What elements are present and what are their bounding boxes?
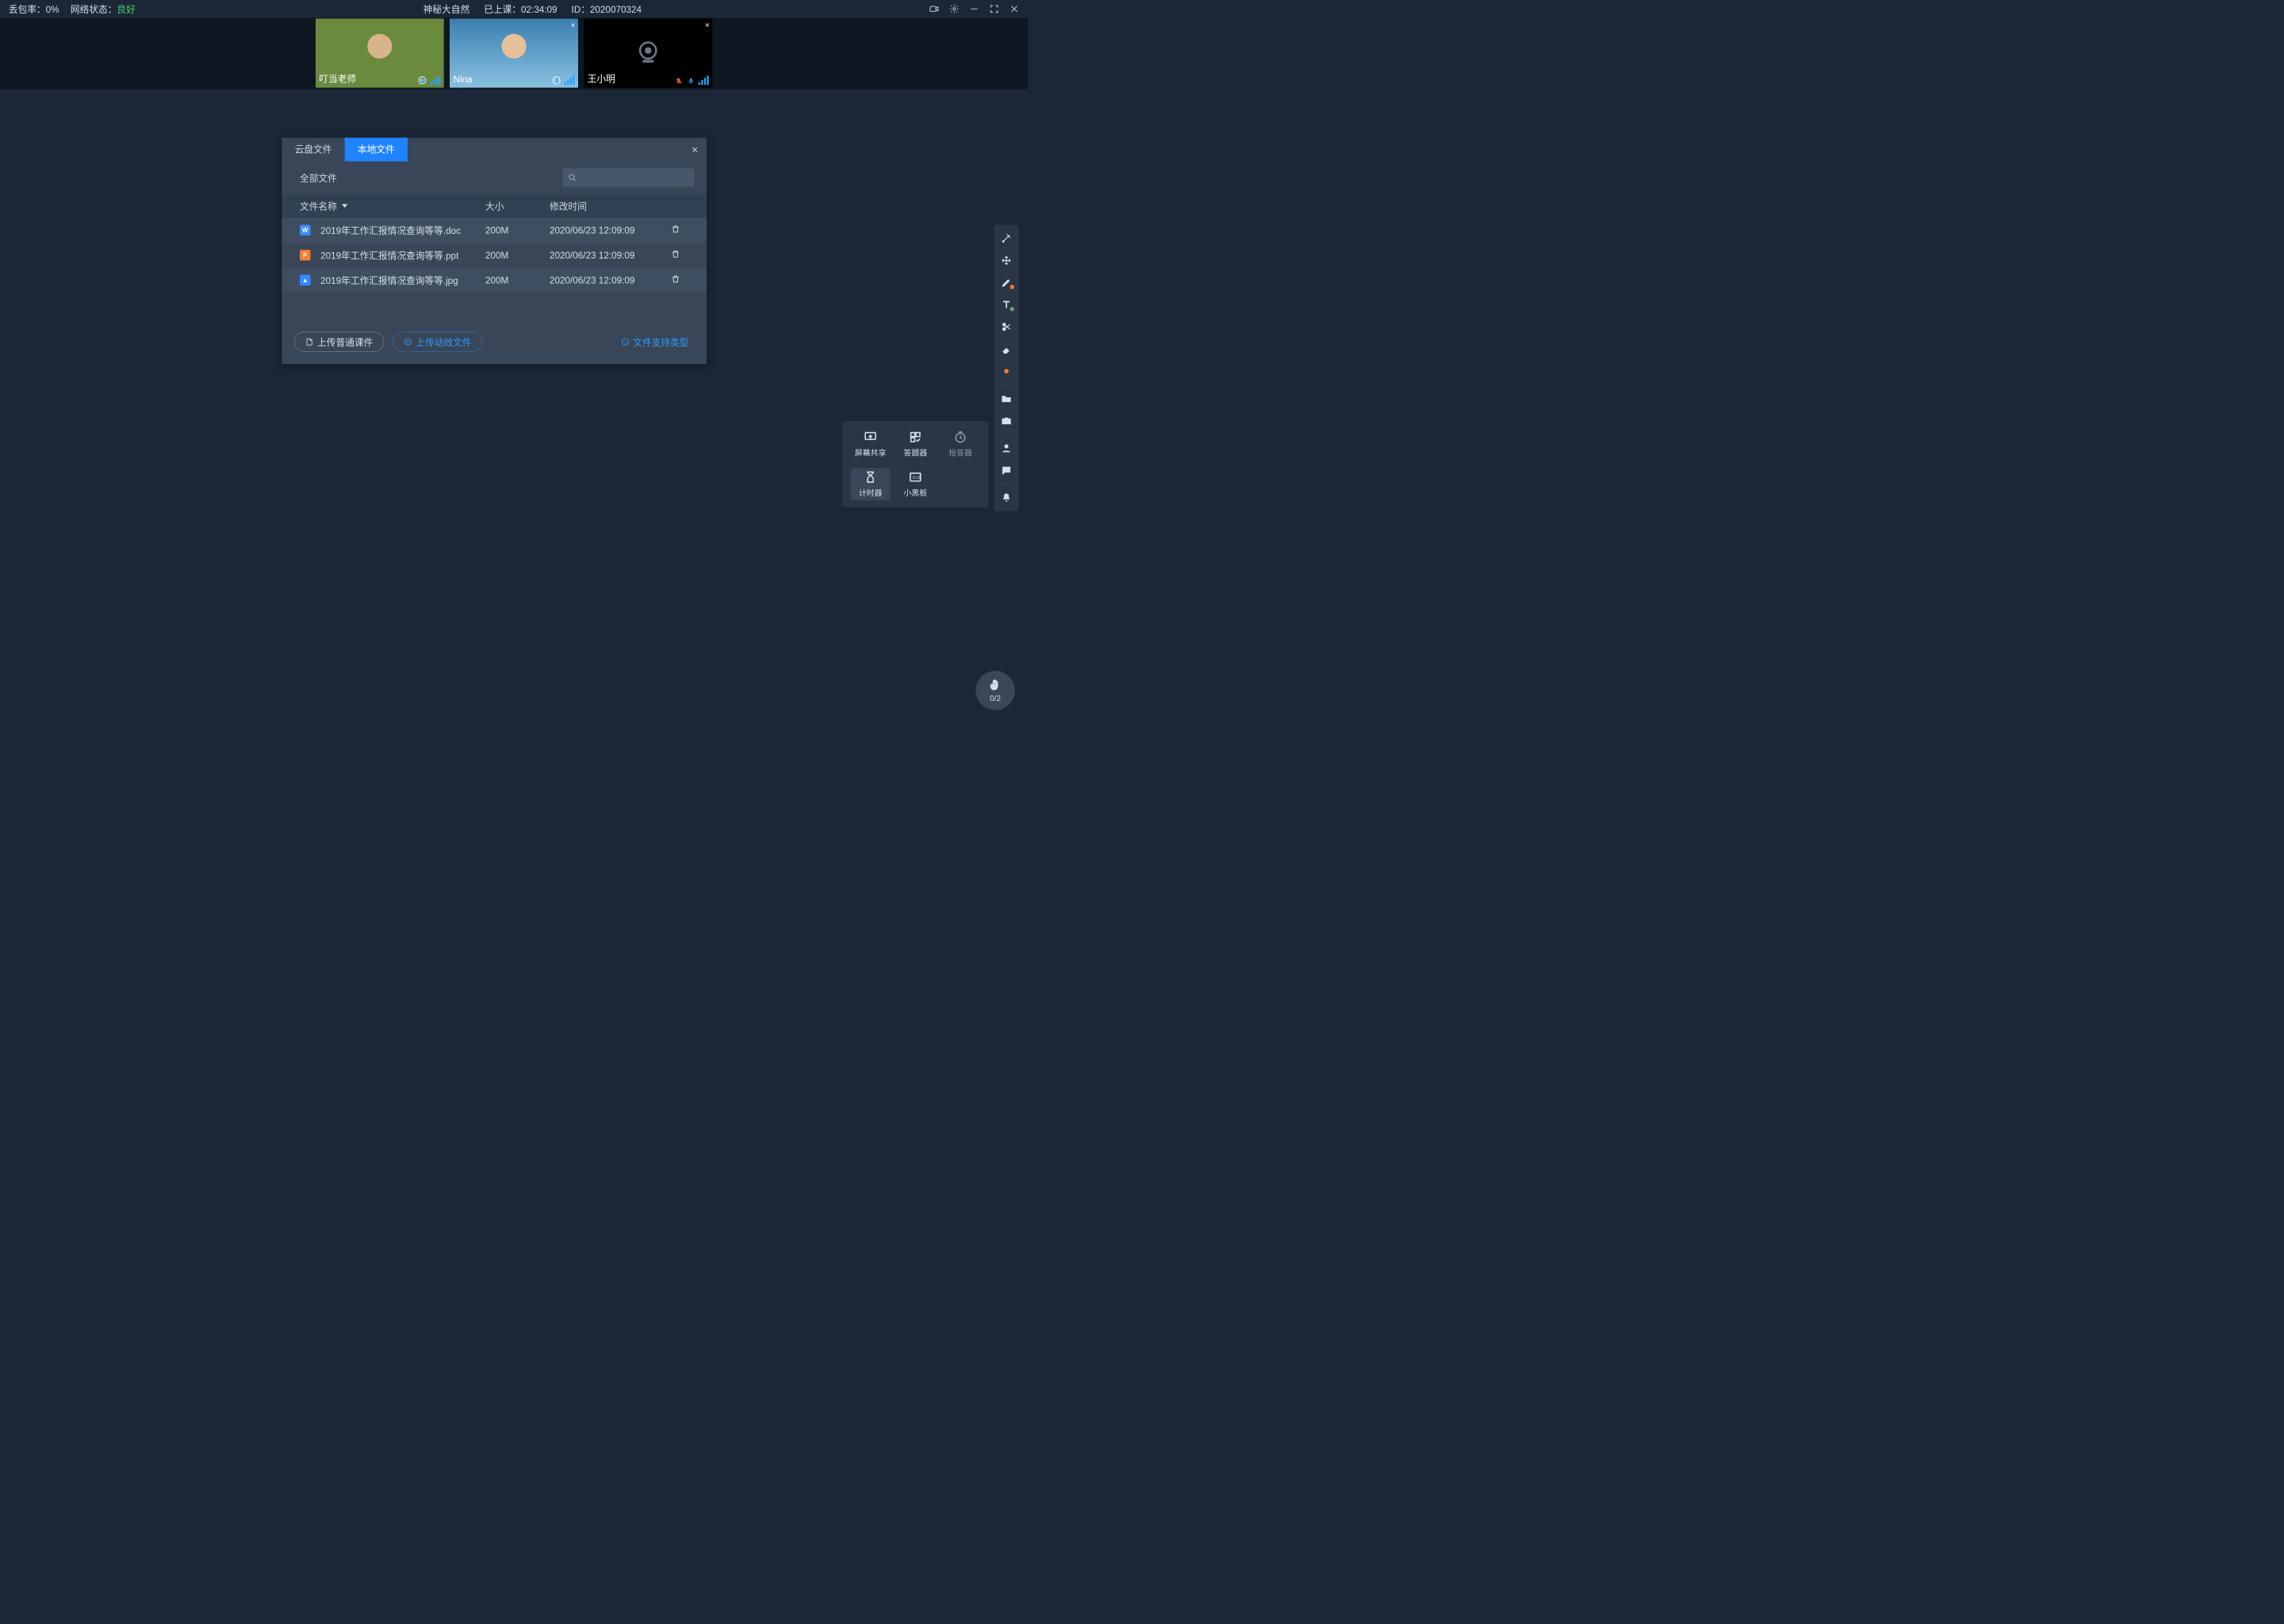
mic-icon bbox=[419, 75, 440, 85]
right-toolbar bbox=[994, 225, 1019, 511]
teaching-tools-popup: 屏幕共享 答题器 抢答器 计时器 2+3 小黑板 bbox=[842, 421, 989, 508]
tile-close-icon[interactable]: × bbox=[571, 21, 576, 30]
color-dot-tool-icon[interactable] bbox=[996, 361, 1016, 381]
video-tile-student[interactable]: × Nina bbox=[450, 18, 578, 87]
ppt-file-icon: P bbox=[300, 250, 311, 261]
close-icon[interactable] bbox=[1010, 4, 1020, 14]
upload-animated-button[interactable]: 上传动效文件 bbox=[393, 332, 482, 352]
chat-tool-icon[interactable] bbox=[996, 461, 1016, 481]
packet-loss: 丢包率：0% bbox=[9, 2, 59, 16]
maximize-icon[interactable] bbox=[989, 4, 999, 14]
tool-answer-device[interactable]: 答题器 bbox=[896, 428, 936, 461]
participant-name: 王小明 bbox=[588, 71, 615, 85]
pen-tool-icon[interactable] bbox=[996, 273, 1016, 293]
tool-screen-share[interactable]: 屏幕共享 bbox=[851, 428, 891, 461]
delete-file-icon[interactable] bbox=[671, 274, 689, 286]
file-dialog: 云盘文件 本地文件 × 全部文件 文件名称 大小 修改时间 W2019年工作汇报… bbox=[282, 138, 707, 364]
network-status: 网络状态：良好 bbox=[71, 2, 136, 16]
tool-mini-blackboard[interactable]: 2+3 小黑板 bbox=[896, 468, 936, 500]
eraser-tool-icon[interactable] bbox=[996, 339, 1016, 359]
video-tile-teacher[interactable]: 叮当老师 bbox=[316, 18, 444, 87]
bell-tool-icon[interactable] bbox=[996, 488, 1016, 508]
session-id: ID：2020070324 bbox=[572, 2, 642, 16]
upload-normal-button[interactable]: 上传普通课件 bbox=[294, 332, 384, 352]
dialog-close-icon[interactable]: × bbox=[692, 144, 698, 156]
participant-name: Nina bbox=[454, 74, 473, 85]
tab-local-files[interactable]: 本地文件 bbox=[345, 138, 408, 162]
col-header-date[interactable]: 修改时间 bbox=[550, 199, 671, 213]
file-row[interactable]: ▲2019年工作汇报情况查询等等.jpg 200M 2020/06/23 12:… bbox=[282, 268, 707, 293]
file-row[interactable]: W2019年工作汇报情况查询等等.doc 200M 2020/06/23 12:… bbox=[282, 218, 707, 243]
doc-file-icon: W bbox=[300, 225, 311, 236]
delete-file-icon[interactable] bbox=[671, 224, 689, 236]
scissors-tool-icon[interactable] bbox=[996, 317, 1016, 337]
minimize-icon[interactable] bbox=[969, 4, 979, 14]
supported-types-link[interactable]: 文件支持类型 bbox=[621, 335, 689, 349]
toolbox-tool-icon[interactable] bbox=[996, 411, 1016, 431]
top-bar: 丢包率：0% 网络状态：良好 神秘大自然 已上课：02:34:09 ID：202… bbox=[0, 0, 1028, 18]
course-title: 神秘大自然 bbox=[423, 2, 470, 16]
filter-all-files[interactable]: 全部文件 bbox=[300, 171, 337, 185]
tab-cloud-files[interactable]: 云盘文件 bbox=[282, 138, 345, 162]
sort-desc-icon bbox=[342, 204, 347, 208]
image-file-icon: ▲ bbox=[300, 275, 311, 286]
participant-name: 叮当老师 bbox=[319, 71, 356, 85]
folder-tool-icon[interactable] bbox=[996, 389, 1016, 408]
svg-text:2+3: 2+3 bbox=[913, 476, 921, 481]
search-input[interactable] bbox=[562, 168, 695, 186]
elapsed-time: 已上课：02:34:09 bbox=[484, 2, 557, 16]
tile-close-icon[interactable]: × bbox=[705, 21, 710, 30]
delete-file-icon[interactable] bbox=[671, 249, 689, 261]
mic-icon bbox=[553, 75, 574, 85]
file-list: W2019年工作汇报情况查询等等.doc 200M 2020/06/23 12:… bbox=[282, 218, 707, 293]
mic-muted-icon bbox=[675, 75, 709, 85]
video-strip: 叮当老师 × Nina × 王小明 bbox=[0, 18, 1028, 90]
file-table-header: 文件名称 大小 修改时间 bbox=[282, 194, 707, 218]
file-row[interactable]: P2019年工作汇报情况查询等等.ppt 200M 2020/06/23 12:… bbox=[282, 243, 707, 268]
col-header-size[interactable]: 大小 bbox=[485, 199, 550, 213]
move-tool-icon[interactable] bbox=[996, 251, 1016, 270]
raise-hand-count: 0/2 bbox=[990, 694, 1001, 703]
video-tile-student[interactable]: × 王小明 bbox=[584, 18, 712, 87]
col-header-name[interactable]: 文件名称 bbox=[300, 199, 485, 213]
tool-timer[interactable]: 计时器 bbox=[851, 468, 891, 500]
tool-race-answer[interactable]: 抢答器 bbox=[941, 428, 980, 461]
record-icon[interactable] bbox=[929, 4, 940, 14]
settings-icon[interactable] bbox=[949, 4, 960, 14]
participants-tool-icon[interactable] bbox=[996, 439, 1016, 458]
raise-hand-badge[interactable]: 0/2 bbox=[975, 671, 1015, 710]
laser-pointer-tool-icon[interactable] bbox=[996, 228, 1016, 248]
text-tool-icon[interactable] bbox=[996, 295, 1016, 315]
